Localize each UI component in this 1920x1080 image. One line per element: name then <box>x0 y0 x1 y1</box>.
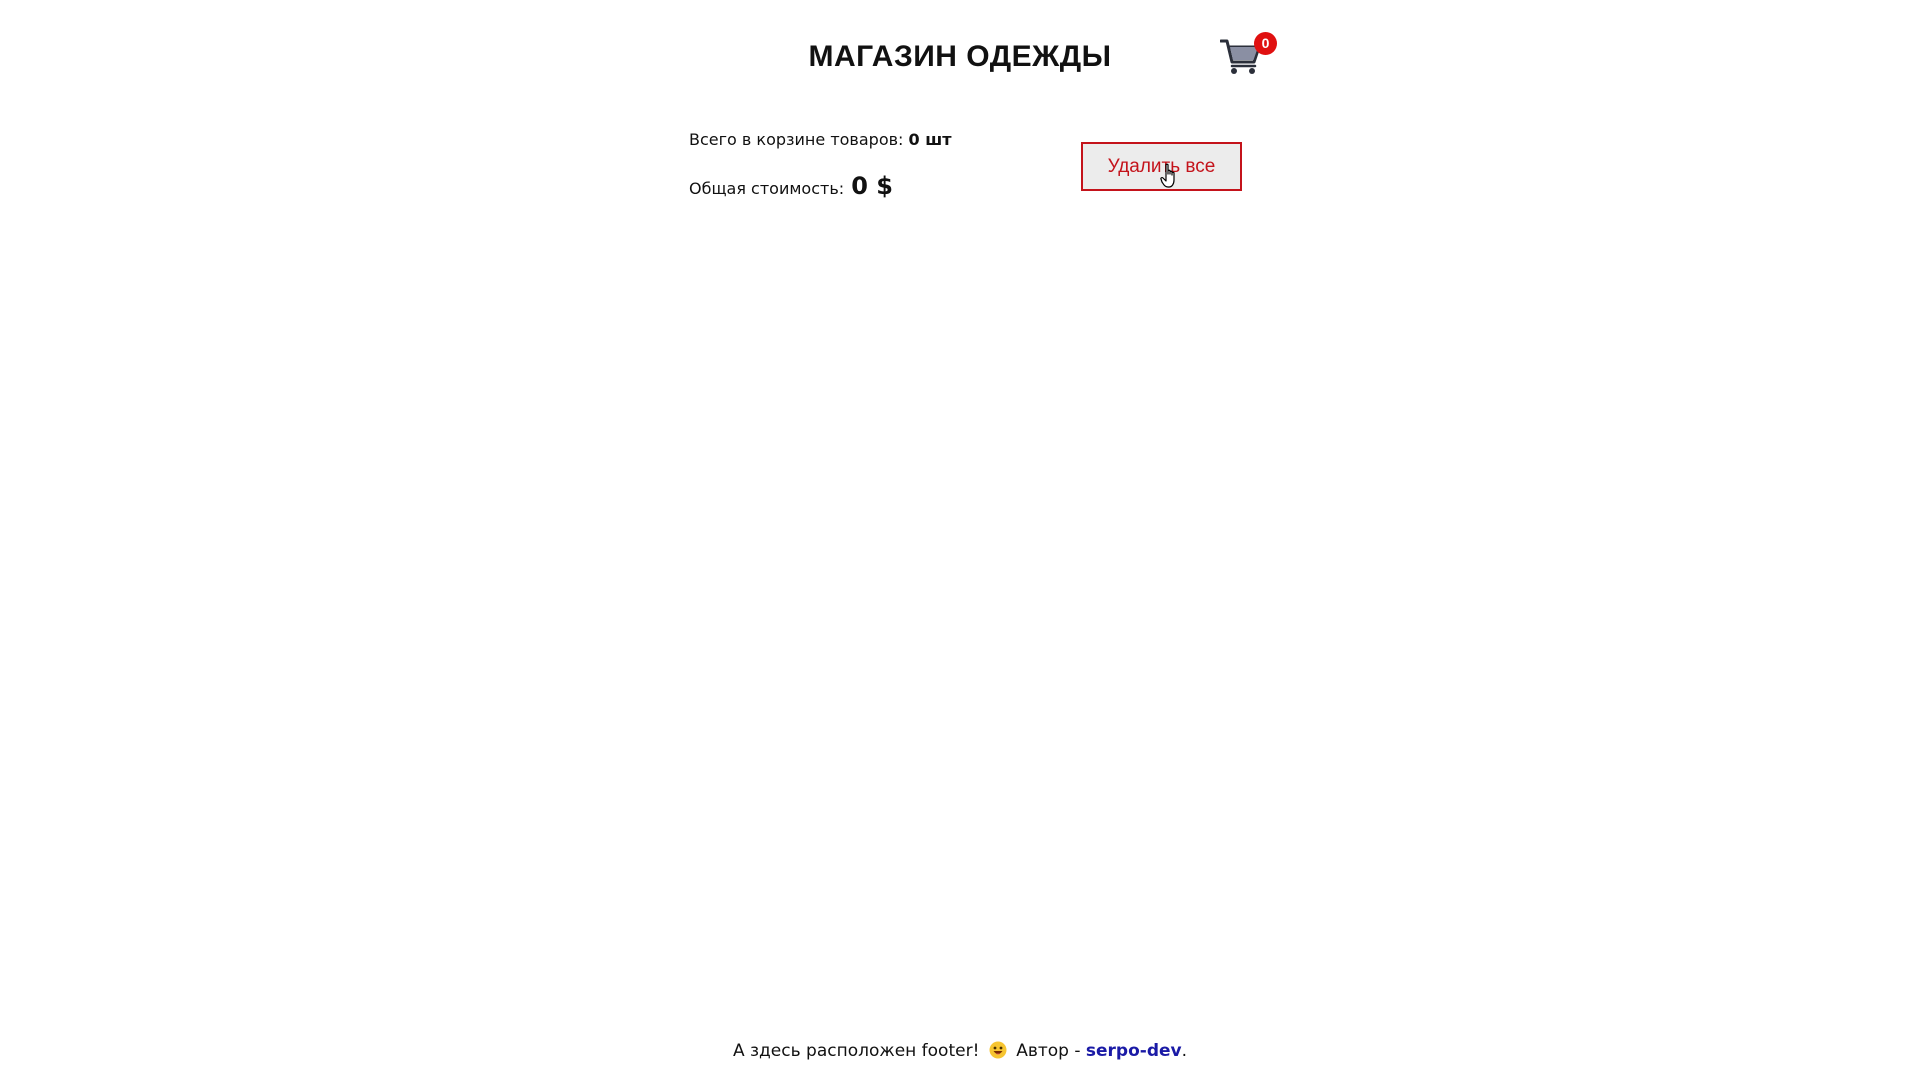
delete-all-button[interactable]: Удалить все <box>1081 142 1242 191</box>
page: МАГАЗИН ОДЕЖДЫ 0 Всего в корзине товаров… <box>0 0 1920 1080</box>
item-count-line: Всего в корзине товаров: 0 шт <box>689 130 951 149</box>
total-price-label: Общая стоимость: <box>689 179 850 198</box>
cart-count-badge: 0 <box>1254 32 1277 55</box>
footer-period: . <box>1181 1041 1188 1061</box>
total-price-line: Общая стоимость: 0 $ <box>689 172 893 200</box>
footer: А здесь расположен footer! Автор - serpo… <box>0 1041 1920 1061</box>
header: МАГАЗИН ОДЕЖДЫ 0 <box>0 0 1920 110</box>
footer-text: А здесь расположен footer! <box>732 1041 980 1061</box>
author-link[interactable]: serpo-dev <box>1086 1041 1182 1061</box>
total-price-value: 0 $ <box>851 172 893 200</box>
smiling-face-icon <box>989 1041 1007 1059</box>
footer-author-prefix: Автор - <box>1016 1041 1086 1061</box>
item-count-value: 0 шт <box>908 130 952 149</box>
item-count-label: Всего в корзине товаров: <box>689 130 909 149</box>
cart-button[interactable]: 0 <box>1220 32 1280 80</box>
page-title: МАГАЗИН ОДЕЖДЫ <box>808 40 1112 73</box>
